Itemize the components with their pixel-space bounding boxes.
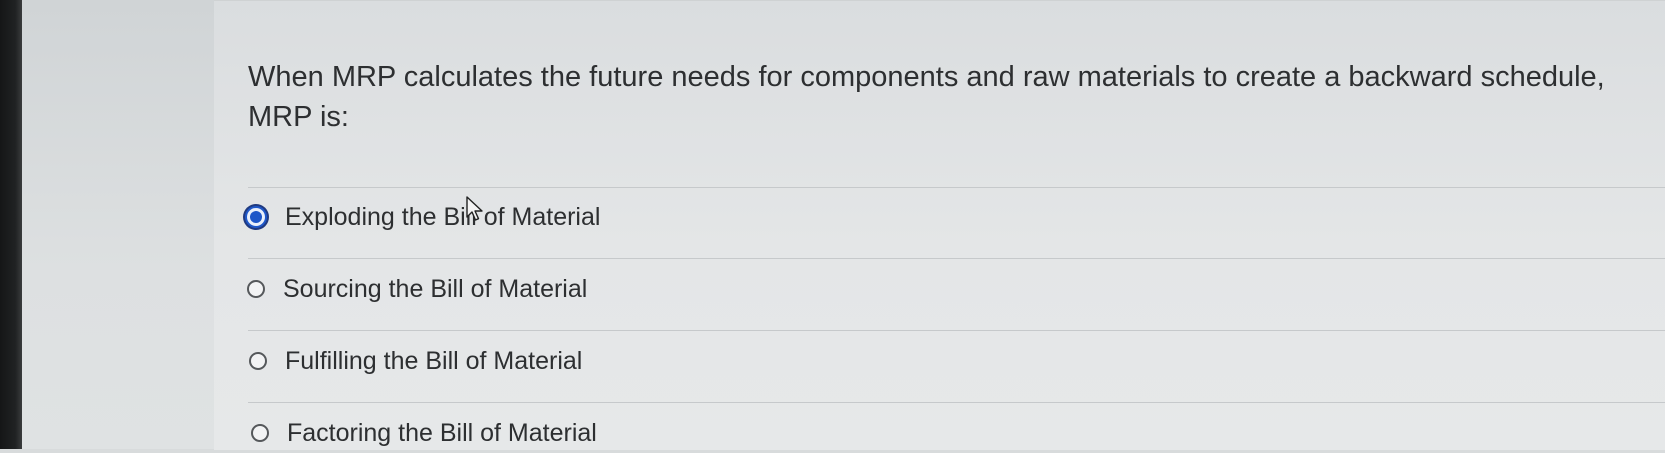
divider (248, 330, 1665, 331)
screen-bezel (0, 0, 22, 449)
answer-option-3[interactable]: Fulfilling the Bill of Material (249, 341, 582, 381)
radio-button[interactable] (249, 352, 267, 370)
radio-button[interactable] (247, 280, 265, 298)
divider (248, 402, 1665, 403)
answer-option-label: Exploding the Bill of Material (285, 202, 601, 231)
quiz-question-panel: When MRP calculates the future needs for… (214, 0, 1665, 450)
divider (248, 187, 1665, 188)
answer-option-label: Fulfilling the Bill of Material (285, 346, 583, 375)
radio-button[interactable] (251, 424, 269, 442)
answer-option-label: Sourcing the Bill of Material (283, 274, 588, 303)
left-panel (22, 0, 215, 449)
question-text: When MRP calculates the future needs for… (248, 61, 1605, 133)
divider (248, 258, 1665, 259)
answer-option-2[interactable]: Sourcing the Bill of Material (247, 269, 587, 309)
answer-option-1[interactable]: Exploding the Bill of Material (245, 197, 600, 237)
arrow-cursor-icon (466, 196, 483, 221)
radio-button-selected[interactable] (245, 206, 267, 228)
answer-option-label: Factoring the Bill of Material (287, 418, 597, 447)
answer-option-4[interactable]: Factoring the Bill of Material (251, 413, 597, 453)
